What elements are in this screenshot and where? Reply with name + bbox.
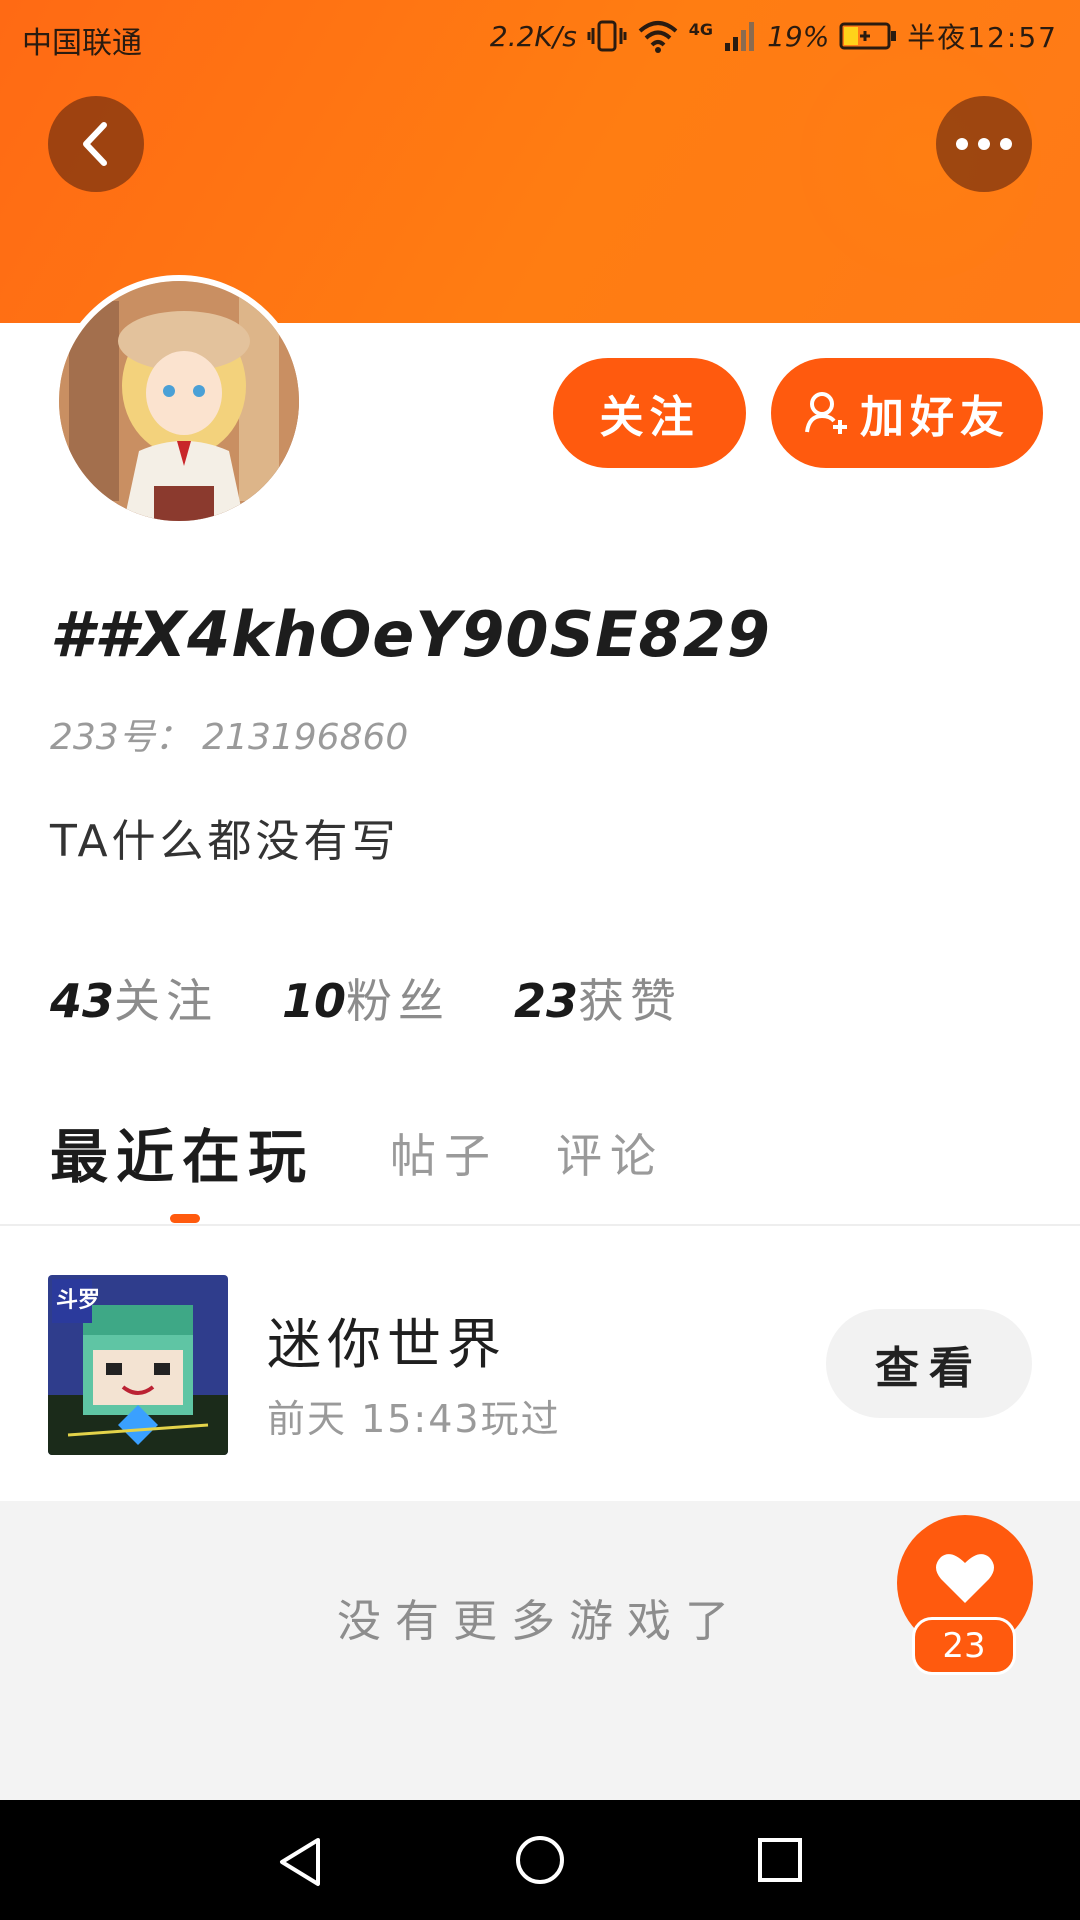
- like-count-badge: 23: [912, 1617, 1016, 1675]
- stat-likes[interactable]: 23获赞: [514, 965, 682, 1031]
- carrier-label: 中国联通: [22, 26, 142, 61]
- stat-followers[interactable]: 10粉丝: [282, 965, 450, 1031]
- nav-recents-icon[interactable]: [756, 1836, 804, 1884]
- add-user-icon: [805, 392, 847, 434]
- game-badge: 斗罗: [56, 1288, 100, 1313]
- game-cover-image: 斗罗: [48, 1275, 228, 1455]
- divider: [0, 1224, 1080, 1226]
- stat-label: 关注: [114, 974, 219, 1028]
- stat-label: 获赞: [578, 974, 683, 1028]
- battery-percent: 19%: [767, 19, 830, 53]
- nav-back-icon[interactable]: [276, 1836, 324, 1888]
- stat-number: 10: [282, 974, 347, 1028]
- tab-recently-played[interactable]: 最近在玩: [50, 1110, 314, 1194]
- view-game-button[interactable]: 查看: [826, 1309, 1032, 1418]
- clock: 半夜12:57: [907, 21, 1058, 54]
- avatar-illustration: [59, 281, 299, 521]
- stat-number: 23: [514, 974, 579, 1028]
- follow-button[interactable]: 关注: [553, 358, 746, 468]
- system-nav-bar: [0, 1800, 1080, 1920]
- user-id: 233号： 213196860: [50, 717, 409, 758]
- avatar[interactable]: [53, 275, 305, 527]
- tab-posts[interactable]: 帖子: [390, 1120, 498, 1186]
- game-name[interactable]: 迷你世界: [267, 1300, 507, 1379]
- heart-icon: [936, 1554, 994, 1603]
- game-icon[interactable]: 斗罗: [48, 1275, 228, 1455]
- tab-indicator: [170, 1214, 200, 1223]
- bio: TA什么都没有写: [50, 816, 400, 867]
- vibrate-icon: [587, 20, 627, 52]
- more-button[interactable]: [936, 96, 1032, 192]
- chevron-left-icon: [83, 122, 107, 166]
- signal-icon: [725, 22, 755, 51]
- status-icons: 2.2K/s 4G 19% 半夜12:57: [490, 14, 1058, 58]
- nav-home-icon[interactable]: [514, 1834, 566, 1886]
- stat-number: 43: [50, 974, 115, 1028]
- follow-button-label: 关注: [599, 392, 700, 443]
- game-last-played: 前天 15:43玩过: [267, 1397, 561, 1441]
- tab-comments[interactable]: 评论: [556, 1120, 664, 1186]
- profile-stats: 43关注 10粉丝 23获赞: [50, 965, 682, 1031]
- more-dots-icon: [956, 138, 1012, 150]
- add-friend-button[interactable]: 加好友: [771, 358, 1043, 468]
- add-friend-button-label: 加好友: [860, 392, 1010, 443]
- battery-charging-icon: [839, 22, 897, 50]
- view-game-button-label: 查看: [875, 1342, 983, 1394]
- stat-following[interactable]: 43关注: [50, 965, 218, 1031]
- back-button[interactable]: [48, 96, 144, 192]
- stat-label: 粉丝: [346, 974, 451, 1028]
- network-speed: 2.2K/s: [489, 19, 577, 53]
- wifi-icon: [638, 21, 678, 53]
- network-type: 4G: [688, 19, 714, 39]
- username: ##X4khOeY90SE829: [50, 598, 771, 671]
